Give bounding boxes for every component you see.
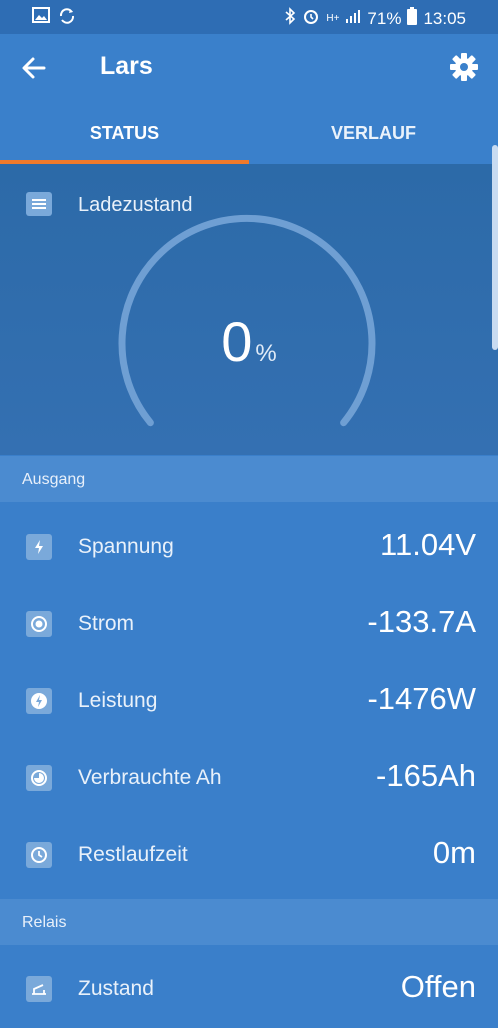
gear-icon — [450, 53, 478, 81]
settings-button[interactable] — [448, 51, 480, 83]
status-bar: H+ 71% 13:05 — [0, 0, 498, 34]
row-label: Leistung — [78, 689, 158, 712]
row-label: Strom — [78, 612, 135, 635]
relay-open-icon — [26, 976, 52, 1002]
row-value: 0m — [432, 835, 476, 870]
app-bar: Lars STATUS VERLAUF — [0, 34, 498, 164]
row-value: 11.04V — [380, 527, 476, 562]
gallery-icon — [32, 7, 50, 30]
row-value: -165Ah — [376, 758, 476, 793]
section-header-ausgang: Ausgang — [0, 456, 498, 502]
row-value: -133.7A — [367, 604, 476, 639]
gauge-unit: % — [255, 340, 277, 367]
section-header-relais: Relais — [0, 899, 498, 945]
clock-time: 13:05 — [423, 8, 466, 28]
list-item-zustand[interactable]: Zustand Offen — [0, 951, 498, 1028]
list-item-strom[interactable]: Strom -133.7A — [0, 586, 498, 663]
gauge-value: 0 — [221, 310, 253, 373]
section-title: Ausgang — [22, 471, 86, 488]
battery-icon — [407, 7, 418, 30]
tab-verlauf[interactable]: VERLAUF — [249, 114, 498, 164]
power-icon — [26, 688, 52, 714]
tab-status[interactable]: STATUS — [0, 114, 249, 164]
tab-bar: STATUS VERLAUF — [0, 114, 498, 164]
battery-percent: 71% — [367, 8, 402, 28]
row-label: Zustand — [78, 977, 154, 1000]
alarm-icon — [302, 7, 320, 30]
row-label: Restlaufzeit — [78, 843, 188, 866]
consumed-icon — [26, 765, 52, 791]
gauge-readout: 0% — [0, 309, 498, 374]
signal-icon — [345, 8, 361, 29]
list-item-spannung[interactable]: Spannung 11.04V — [0, 509, 498, 586]
current-icon — [26, 611, 52, 637]
row-value: -1476W — [367, 681, 476, 716]
row-label: Spannung — [78, 535, 174, 558]
list-item-restlaufzeit[interactable]: Restlaufzeit 0m — [0, 817, 498, 894]
row-value: Offen — [400, 969, 476, 1004]
row-label: Verbrauchte Ah — [78, 766, 222, 789]
page-title: Lars — [100, 52, 153, 80]
sync-icon — [58, 7, 76, 30]
back-button[interactable] — [18, 52, 50, 84]
state-of-charge-panel: Ladezustand 0% — [0, 164, 498, 455]
list-item-leistung[interactable]: Leistung -1476W — [0, 663, 498, 740]
clock-icon — [26, 842, 52, 868]
battery-charging-icon — [26, 534, 52, 560]
bluetooth-icon — [284, 7, 296, 30]
list-item-verbrauchte-ah[interactable]: Verbrauchte Ah -165Ah — [0, 740, 498, 817]
scrollbar[interactable] — [492, 145, 498, 350]
arrow-back-icon — [22, 57, 46, 79]
section-title: Relais — [22, 914, 67, 931]
network-type: H+ — [326, 13, 340, 24]
